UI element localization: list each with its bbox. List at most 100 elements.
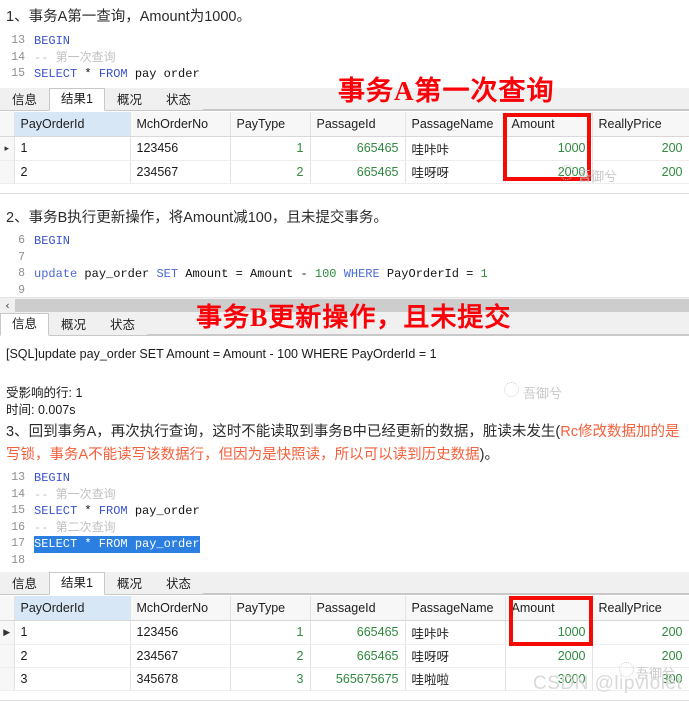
col-header-reallyprice[interactable]: ReallyPrice (592, 112, 689, 137)
code-line: 14 -- 第一次查询 (0, 487, 689, 504)
cell-paytype[interactable]: 2 (230, 644, 311, 668)
result-table[interactable]: PayOrderId MchOrderNo PayType PassageId … (0, 596, 689, 691)
annotation-transaction-b-update: 事务B更新操作，且未提交 (196, 303, 512, 332)
cell-payorderid[interactable]: 2 (14, 644, 131, 668)
cell-payorderid[interactable]: 3 (14, 667, 131, 691)
col-header-payorderid[interactable]: PayOrderId (14, 112, 131, 137)
cell-paytype[interactable]: 1 (230, 136, 311, 161)
scroll-left-arrow-icon[interactable]: ‹ (0, 298, 15, 313)
line-number: 6 (18, 234, 25, 247)
row-marker: ▸ (0, 136, 15, 161)
cell-passageid[interactable]: 665465 (310, 644, 406, 668)
cell-amount[interactable]: 2000 (505, 160, 593, 184)
code-text: BEGIN (34, 471, 71, 485)
col-header-amount[interactable]: Amount (505, 596, 593, 621)
col-header-reallyprice[interactable]: ReallyPrice (592, 596, 689, 621)
tab-profile[interactable]: 概况 (49, 313, 98, 335)
col-header-passagename[interactable]: PassageName (405, 112, 506, 137)
line-number: 14 (11, 50, 25, 64)
cell-paytype[interactable]: 2 (230, 160, 311, 184)
cell-passageid[interactable]: 665465 (310, 160, 406, 184)
section-1-result-grid[interactable]: PayOrderId MchOrderNo PayType PassageId … (0, 112, 689, 194)
cell-passageid[interactable]: 665465 (310, 620, 406, 645)
tab-status[interactable]: 状态 (98, 313, 147, 335)
tab-info[interactable]: 信息 (0, 88, 49, 110)
col-header-amount[interactable]: Amount (505, 112, 593, 137)
cell-amount[interactable]: 3000 (505, 667, 593, 691)
cell-passagename[interactable]: 哇呀呀 (405, 644, 506, 668)
result-table[interactable]: PayOrderId MchOrderNo PayType PassageId … (0, 112, 689, 184)
cell-reallyprice[interactable]: 300 (592, 667, 689, 691)
code-line: 18 (0, 553, 689, 570)
tab-result1[interactable]: 结果1 (49, 88, 105, 111)
section-2-message-pane: [SQL]update pay_order SET Amount = Amoun… (0, 337, 689, 419)
code-line: 15 SELECT * FROM pay_order (0, 503, 689, 520)
col-header-passagename[interactable]: PassageName (405, 596, 506, 621)
cell-reallyprice[interactable]: 200 (592, 160, 689, 184)
line-number: 17 (11, 537, 25, 550)
cell-amount[interactable]: 2000 (505, 644, 593, 668)
col-header-passageid[interactable]: PassageId (310, 112, 406, 137)
col-header-payorderid[interactable]: PayOrderId (14, 596, 131, 621)
cell-amount[interactable]: 1000 (505, 136, 593, 161)
cell-mchorderno[interactable]: 123456 (130, 136, 231, 161)
tab-profile[interactable]: 概况 (105, 88, 154, 110)
code-line: 8 update pay_order SET Amount = Amount -… (0, 266, 689, 283)
table-row[interactable]: 2 234567 2 665465 哇呀呀 2000 200 (0, 160, 689, 184)
tab-profile[interactable]: 概况 (105, 572, 154, 594)
message-affected-rows: 受影响的行: 1 (6, 386, 83, 400)
code-line: 14 -- 第一次查询 (0, 50, 689, 67)
cell-passagename[interactable]: 哇呀呀 (405, 160, 506, 184)
tab-status[interactable]: 状态 (154, 88, 203, 110)
line-number: 15 (11, 67, 25, 80)
cell-passagename[interactable]: 哇啦啦 (405, 667, 506, 691)
section-3-result-grid[interactable]: PayOrderId MchOrderNo PayType PassageId … (0, 596, 689, 701)
cell-mchorderno[interactable]: 234567 (130, 160, 231, 184)
cell-payorderid[interactable]: 2 (14, 160, 131, 184)
cell-paytype[interactable]: 1 (230, 620, 311, 645)
cell-reallyprice[interactable]: 200 (592, 136, 689, 161)
code-text: SELECT * FROM pay order (34, 67, 200, 81)
row-marker-header (0, 112, 15, 137)
section-3-result-tabbar[interactable]: 信息 结果1 概况 状态 (0, 572, 689, 595)
line-number: 14 (11, 487, 25, 501)
section-3-code-pane[interactable]: 13 BEGIN 14 -- 第一次查询 15 SELECT * FROM pa… (0, 470, 689, 569)
col-header-mchorderno[interactable]: MchOrderNo (130, 112, 231, 137)
cell-reallyprice[interactable]: 200 (592, 644, 689, 668)
tab-result1[interactable]: 结果1 (49, 572, 105, 595)
cell-mchorderno[interactable]: 123456 (130, 620, 231, 645)
line-number: 7 (18, 250, 25, 264)
cell-reallyprice[interactable]: 200 (592, 620, 689, 645)
col-header-mchorderno[interactable]: MchOrderNo (130, 596, 231, 621)
table-header-row: PayOrderId MchOrderNo PayType PassageId … (0, 112, 689, 137)
cell-mchorderno[interactable]: 234567 (130, 644, 231, 668)
cell-passageid[interactable]: 565675675 (310, 667, 406, 691)
table-row[interactable]: 2 234567 2 665465 哇呀呀 2000 200 (0, 644, 689, 668)
line-number: 15 (11, 504, 25, 517)
cell-paytype[interactable]: 3 (230, 667, 311, 691)
cell-payorderid[interactable]: 1 (14, 136, 131, 161)
section-1-heading: 1、事务A第一查询，Amount为1000。 (6, 9, 251, 25)
table-row[interactable]: ▸ 1 123456 1 665465 哇咔咔 1000 200 (0, 136, 689, 161)
col-header-paytype[interactable]: PayType (230, 596, 311, 621)
cell-passagename[interactable]: 哇咔咔 (405, 620, 506, 645)
tab-info[interactable]: 信息 (0, 313, 50, 336)
col-header-passageid[interactable]: PassageId (310, 596, 406, 621)
cell-amount[interactable]: 1000 (505, 620, 593, 645)
code-text: SELECT * FROM pay_order (34, 504, 200, 518)
tab-status[interactable]: 状态 (154, 572, 203, 594)
table-row[interactable]: 3 345678 3 565675675 哇啦啦 3000 300 (0, 667, 689, 691)
line-number: 18 (11, 553, 25, 567)
message-time: 时间: 0.007s (6, 403, 76, 417)
col-header-paytype[interactable]: PayType (230, 112, 311, 137)
tab-info[interactable]: 信息 (0, 572, 49, 594)
cell-mchorderno[interactable]: 345678 (130, 667, 231, 691)
section-2-code-pane[interactable]: 6 BEGIN 7 8 update pay_order SET Amount … (0, 233, 689, 299)
cell-passagename[interactable]: 哇咔咔 (405, 136, 506, 161)
code-line-selected: 17 SELECT * FROM pay_order (0, 536, 689, 553)
table-row[interactable]: ▶ 1 123456 1 665465 哇咔咔 1000 200 (0, 620, 689, 645)
code-text-selected[interactable]: SELECT * FROM pay_order (34, 536, 200, 553)
cell-passageid[interactable]: 665465 (310, 136, 406, 161)
line-number: 8 (18, 267, 25, 280)
cell-payorderid[interactable]: 1 (14, 620, 131, 645)
